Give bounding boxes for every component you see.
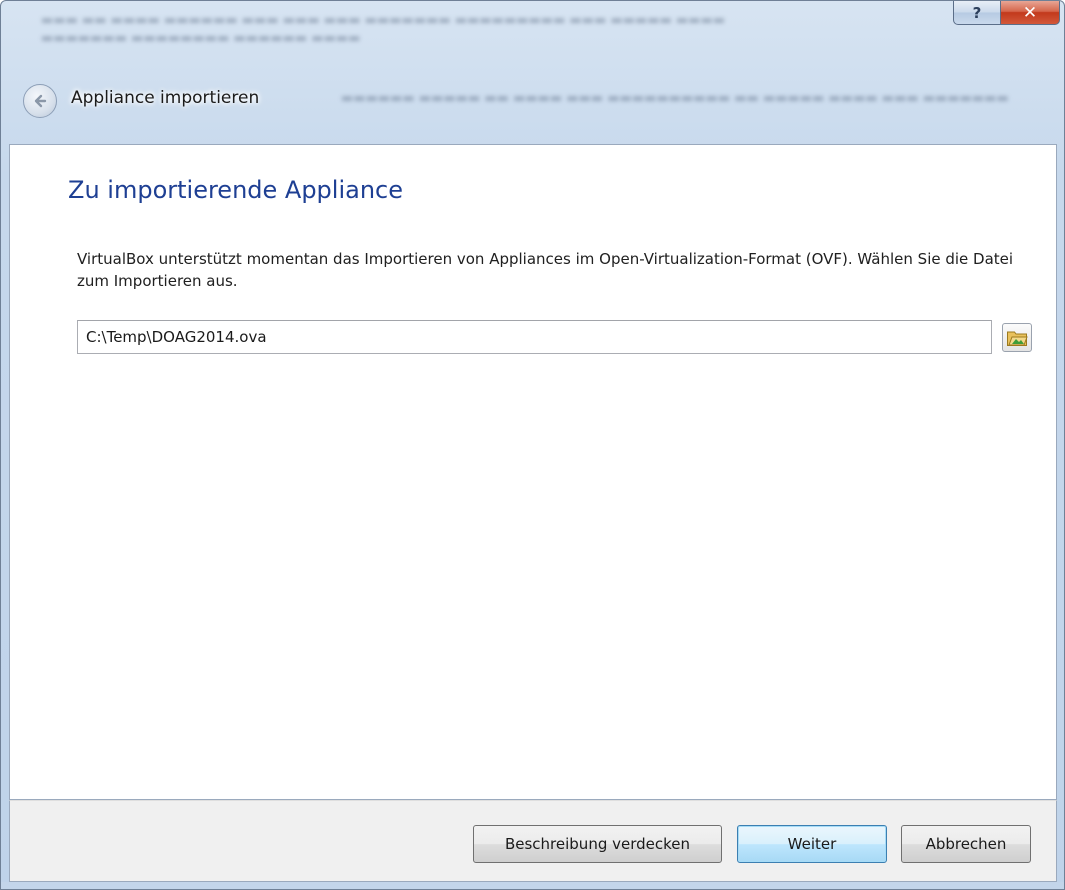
help-icon: ? (972, 3, 982, 22)
cancel-button[interactable]: Abbrechen (901, 825, 1031, 863)
title-bar-background-line: ▬▬▬▬▬▬▬ ▬▬▬▬▬▬▬▬ ▬▬▬▬▬▬ ▬▬▬▬ (41, 31, 361, 46)
title-bar-background-line: ▬▬▬▬▬▬ ▬▬▬▬▬ ▬▬ ▬▬▬▬ ▬▬▬ ▬▬▬▬▬▬▬▬▬▬ ▬▬ ▬… (341, 91, 1009, 106)
title-bar-background: ▬▬▬ ▬▬ ▬▬▬▬ ▬▬▬▬▬▬ ▬▬▬ ▬▬▬ ▬▬▬ ▬▬▬▬▬▬▬ ▬… (41, 13, 726, 28)
close-button[interactable]: ✕ (1000, 1, 1060, 25)
back-button[interactable] (23, 84, 57, 118)
window-bottom-border (1, 882, 1064, 889)
hide-description-button[interactable]: Beschreibung verdecken (473, 825, 722, 863)
close-icon: ✕ (1022, 2, 1038, 23)
wizard-button-bar: Beschreibung verdecken Weiter Abbrechen (9, 800, 1057, 882)
choose-file-button[interactable] (1002, 323, 1032, 352)
page-heading: Zu importierende Appliance (68, 176, 404, 204)
next-button[interactable]: Weiter (737, 825, 887, 863)
wizard-page: Zu importierende Appliance VirtualBox un… (9, 144, 1057, 800)
back-arrow-icon (34, 94, 47, 108)
help-button[interactable]: ? (953, 1, 1001, 25)
folder-open-icon (1007, 331, 1028, 346)
page-description: VirtualBox unterstützt momentan das Impo… (77, 250, 1014, 290)
window-controls: ? ✕ (953, 1, 1060, 39)
import-appliance-dialog: ▬▬▬ ▬▬ ▬▬▬▬ ▬▬▬▬▬▬ ▬▬▬ ▬▬▬ ▬▬▬ ▬▬▬▬▬▬▬ ▬… (0, 0, 1065, 890)
file-path-input[interactable] (77, 320, 992, 354)
wizard-title: Appliance importieren (71, 88, 260, 108)
